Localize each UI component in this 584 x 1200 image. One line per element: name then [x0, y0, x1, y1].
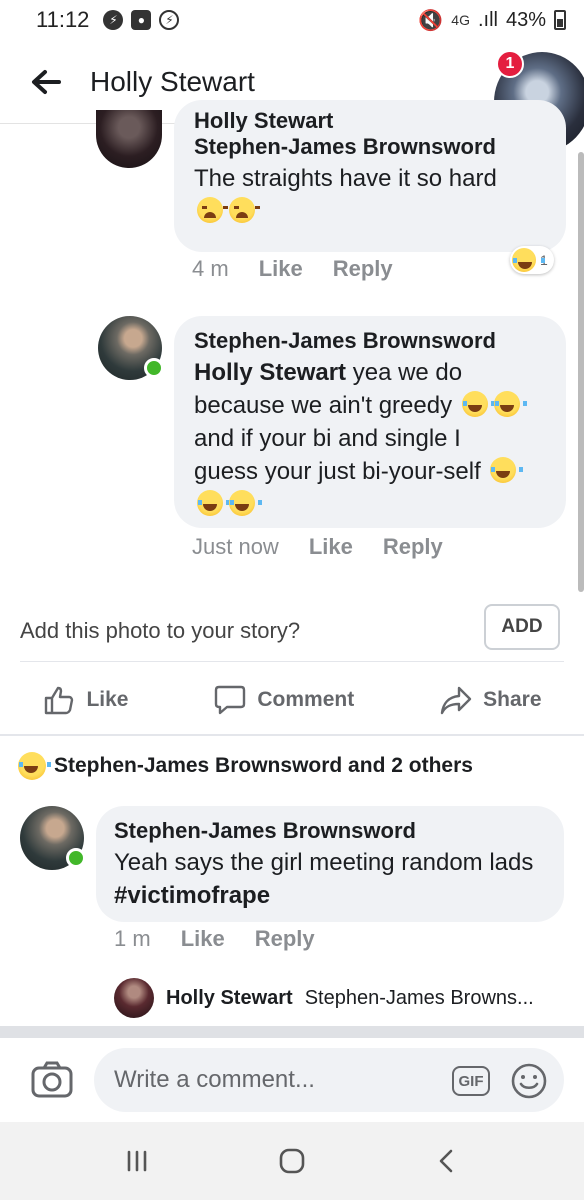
comment-time: 1 m: [114, 926, 151, 951]
comment-text: Yeah says the girl meeting random lads: [114, 849, 534, 876]
camera-icon[interactable]: [30, 1058, 74, 1102]
comment-text: The straights have it so hard: [194, 165, 497, 192]
comment-bubble: Stephen-James Brownsword Holly Stewart y…: [174, 316, 566, 528]
share-button[interactable]: Share: [439, 683, 542, 717]
system-nav-bar: [0, 1122, 584, 1200]
weary-face-emoji-icon: [197, 197, 228, 223]
comment-meta: 1 m Like Reply: [114, 926, 315, 952]
divider: [0, 734, 584, 736]
haha-reaction-icon: [512, 248, 545, 272]
thumbs-up-icon: [45, 686, 74, 715]
comment-text-line3: and if your bi and single I: [194, 425, 461, 452]
comment-time: Just now: [192, 534, 279, 559]
comment-meta: Just now Like Reply: [192, 534, 443, 560]
messenger-outline-icon: ⚡: [159, 10, 180, 30]
chat-head-badge: 1: [496, 50, 524, 78]
tears-of-joy-emoji-icon: [197, 490, 230, 516]
comment-hashtag[interactable]: #victimofrape: [114, 882, 270, 909]
post-action-bar: Like Comment Share: [0, 672, 584, 728]
comment-bubble: Stephen-James Brownsword Yeah says the g…: [96, 806, 564, 922]
like-button-label: Like: [86, 688, 129, 711]
tears-of-joy-emoji-icon: [461, 391, 495, 417]
separator: [0, 1026, 584, 1038]
comment-mention[interactable]: Holly Stewart: [194, 359, 346, 386]
avatar-holly-stewart[interactable]: [96, 110, 162, 168]
comment-bubble: Holly Stewart Stephen-James Brownsword T…: [174, 100, 566, 252]
reply-link[interactable]: Reply: [255, 926, 315, 952]
share-arrow-icon: [440, 686, 472, 715]
reply-preview[interactable]: Holly Stewart Stephen-James Browns...: [114, 978, 534, 1018]
status-time: 11:12: [36, 7, 90, 32]
comment-author[interactable]: Holly Stewart: [194, 110, 546, 132]
add-to-story-button[interactable]: ADD: [484, 604, 560, 650]
comment-meta: 4 m Like Reply: [192, 256, 393, 282]
like-link[interactable]: Like: [309, 534, 353, 560]
online-indicator: [144, 358, 164, 378]
gif-button[interactable]: GIF: [452, 1066, 490, 1096]
back-nav-icon[interactable]: [432, 1146, 462, 1176]
messenger-notification-icon: ⚡: [103, 10, 124, 30]
comment-text-line2: because we ain't greedy: [194, 392, 453, 419]
comment-input[interactable]: [94, 1048, 564, 1112]
home-icon[interactable]: [277, 1146, 307, 1176]
add-to-story-row: Add this photo to your story? ADD: [20, 600, 564, 662]
app-notification-icon: ●: [131, 10, 152, 30]
comment-time: 4 m: [192, 256, 229, 281]
recent-apps-icon[interactable]: [122, 1146, 152, 1176]
like-button[interactable]: Like: [42, 683, 128, 717]
reply-author: Holly Stewart: [166, 986, 293, 1009]
add-to-story-prompt: Add this photo to your story?: [20, 617, 301, 643]
comment-mention[interactable]: Stephen-James Brownsword: [194, 132, 546, 162]
reply-link[interactable]: Reply: [333, 256, 393, 282]
reply-text: Stephen-James Browns...: [304, 986, 534, 1009]
online-indicator: [66, 848, 86, 868]
comment-button[interactable]: Comment: [213, 683, 354, 717]
weary-face-emoji-icon: [229, 197, 260, 223]
speech-bubble-icon: [215, 685, 246, 715]
comment-text-line1: yea we do: [352, 359, 463, 386]
haha-reaction-icon: [18, 752, 51, 780]
reply-link[interactable]: Reply: [383, 534, 443, 560]
tears-of-joy-emoji-icon: [490, 457, 524, 483]
share-button-label: Share: [483, 688, 542, 711]
comment-author[interactable]: Stephen-James Brownsword: [114, 816, 544, 846]
status-bar: 11:12 ⚡ ● ⚡ 🔇 4G .ıll 43%: [0, 0, 584, 40]
back-arrow-icon[interactable]: [28, 64, 64, 100]
scrollbar[interactable]: [578, 152, 584, 592]
reactions-summary[interactable]: Stephen-James Brownsword and 2 others: [18, 752, 473, 780]
comment-composer: [0, 1040, 584, 1120]
comment-author[interactable]: Stephen-James Brownsword: [194, 326, 546, 356]
emoji-picker-icon[interactable]: [510, 1062, 548, 1100]
reactions-summary-text: Stephen-James Brownsword and 2 others: [54, 754, 473, 777]
avatar-holly-stewart: [114, 978, 154, 1018]
network-type: 4G: [451, 12, 470, 28]
battery-icon: [554, 10, 566, 30]
battery-percent: 43%: [505, 8, 546, 31]
comment-button-label: Comment: [257, 688, 355, 711]
comment-text-line4: guess your just bi-your-self: [194, 458, 481, 485]
mute-icon: 🔇: [418, 9, 444, 32]
tears-of-joy-emoji-icon: [229, 490, 262, 516]
signal-icon: .ıll: [477, 8, 498, 31]
like-link[interactable]: Like: [259, 256, 303, 282]
page-title: Holly Stewart: [90, 65, 255, 97]
like-link[interactable]: Like: [181, 926, 225, 952]
tears-of-joy-emoji-icon: [493, 391, 527, 417]
reaction-pill[interactable]: 1: [510, 246, 554, 274]
